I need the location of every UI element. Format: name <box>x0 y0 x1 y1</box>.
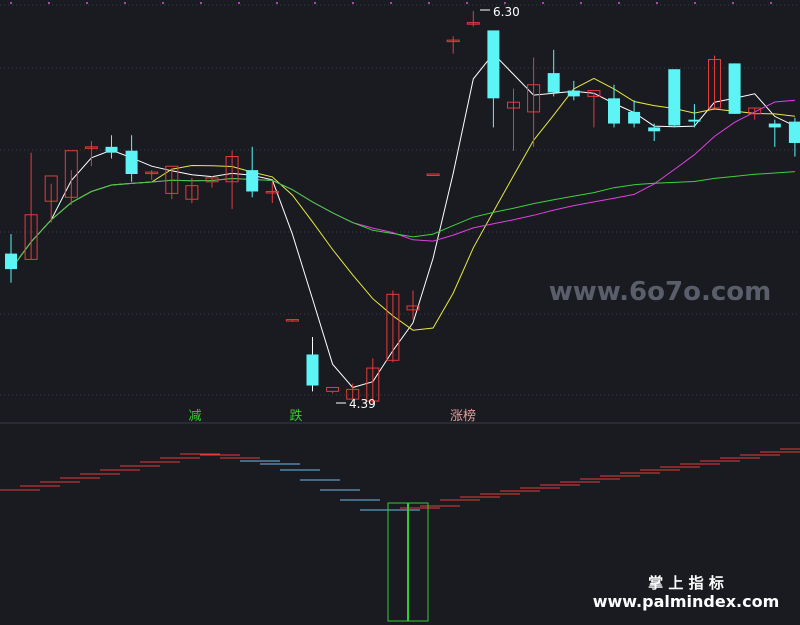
ma-line <box>10 171 795 270</box>
grid-dot <box>86 2 88 4</box>
low-price-label: 4.39 <box>349 397 376 411</box>
grid-dot <box>428 2 430 4</box>
candle-body-up <box>326 386 340 392</box>
candlesticks <box>5 11 800 403</box>
grid-dot <box>48 2 50 4</box>
grid-dot <box>352 2 354 4</box>
price-grid <box>0 2 800 396</box>
candle-body-down <box>306 354 319 386</box>
grid-dot <box>770 2 772 4</box>
candle-body-down <box>728 63 741 114</box>
signal-label: 跌 <box>289 408 302 424</box>
candle-body-up <box>426 173 440 177</box>
grid-dot <box>124 2 126 4</box>
stock-chart: 6.30 4.39 减 跌 涨榜 www.6o7o.com 掌 上 指 标 www.pa… <box>0 2 800 622</box>
grid-dot <box>314 2 316 4</box>
candle-body-down <box>125 150 138 175</box>
grid-dot <box>618 2 620 4</box>
grid-dot <box>162 2 164 4</box>
signal-label: 涨榜 <box>450 408 476 424</box>
grid-dot <box>542 2 544 4</box>
watermark-main: www.6o7o.com <box>549 277 771 307</box>
candle-body-down <box>768 123 781 128</box>
watermark-brand-cn: 掌 上 指 标 <box>648 574 724 592</box>
grid-dot <box>238 2 240 4</box>
high-price-label: 6.30 <box>493 5 520 19</box>
grid-dot <box>466 2 468 4</box>
candle-body-down <box>105 146 118 153</box>
candle-body-down <box>567 90 580 97</box>
candle-body-down <box>628 111 641 124</box>
candle-body-down <box>487 30 500 99</box>
grid-dot <box>10 2 12 4</box>
chart-labels: 6.30 4.39 减 跌 涨榜 <box>188 5 519 424</box>
grid-dot <box>390 2 392 4</box>
grid-dot <box>580 2 582 4</box>
candle-body-down <box>246 170 259 192</box>
grid-dot <box>504 2 506 4</box>
signal-label: 减 <box>188 409 201 424</box>
candle-body-down <box>547 73 560 93</box>
watermark-brand-url: www.palmindex.com <box>593 592 780 611</box>
ma-line <box>10 99 795 270</box>
candle-body-down <box>668 69 681 126</box>
candle-body-down <box>648 127 661 132</box>
grid-dot <box>200 2 202 4</box>
candle-body-down <box>688 119 701 122</box>
grid-dot <box>694 2 696 4</box>
candle-body-down <box>608 98 620 124</box>
grid-dot <box>732 2 734 4</box>
candle-body-down <box>788 121 800 143</box>
grid-dot <box>276 2 278 4</box>
candle-body-down <box>5 253 17 270</box>
grid-dot <box>656 2 658 4</box>
